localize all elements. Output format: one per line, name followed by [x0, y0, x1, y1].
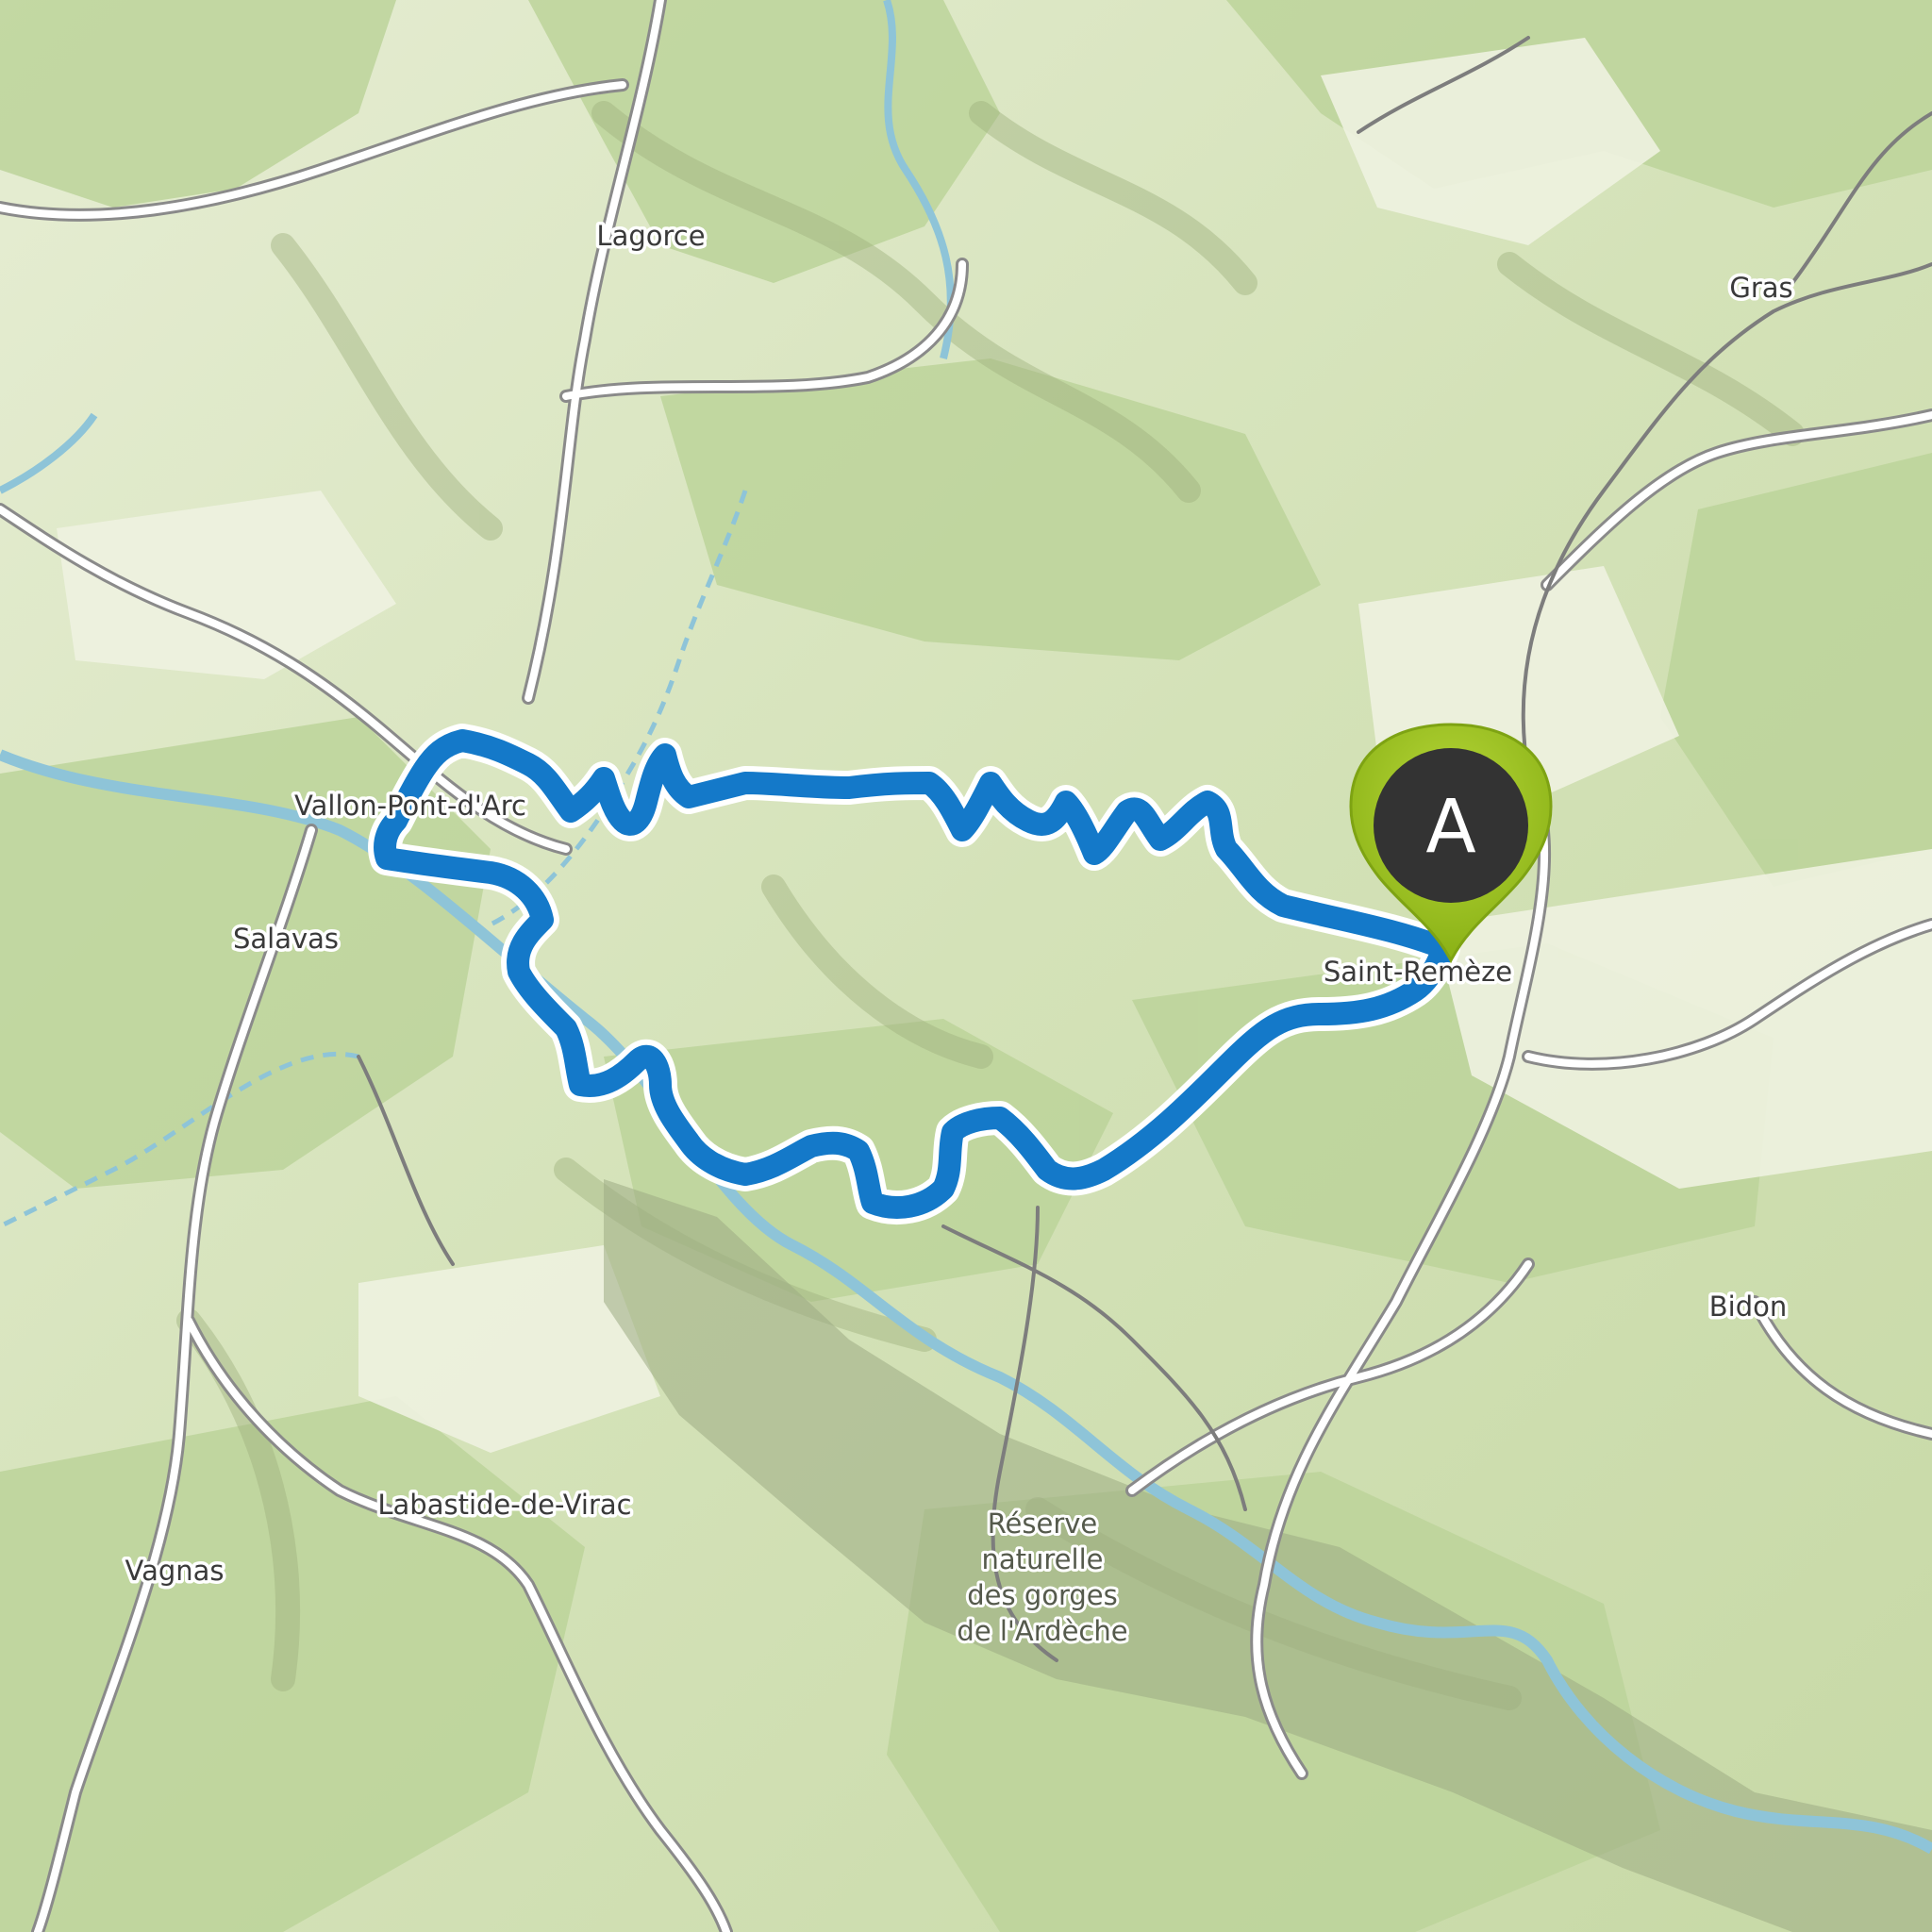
reserve-label-line-2: naturelle	[982, 1543, 1104, 1575]
place-label-bidon: Bidon	[1709, 1291, 1787, 1323]
place-label-gras: Gras	[1729, 272, 1792, 304]
place-label-labastide: Labastide-de-Virac	[377, 1489, 631, 1521]
reserve-label-line-3: des gorges	[967, 1579, 1118, 1611]
place-label-saint-remeze: Saint-Remèze	[1324, 956, 1512, 988]
topographic-map[interactable]: Lagorce Gras Vallon-Pont-d'Arc Salavas S…	[0, 0, 1932, 1932]
place-label-lagorce: Lagorce	[596, 220, 705, 252]
reserve-label-line-4: de l'Ardèche	[957, 1615, 1127, 1647]
place-label-salavas: Salavas	[233, 923, 339, 955]
reserve-label-line-1: Réserve	[988, 1507, 1098, 1540]
start-marker-letter: A	[1425, 785, 1475, 870]
place-label-vagnas: Vagnas	[125, 1555, 224, 1587]
place-label-vallon: Vallon-Pont-d'Arc	[294, 790, 526, 822]
